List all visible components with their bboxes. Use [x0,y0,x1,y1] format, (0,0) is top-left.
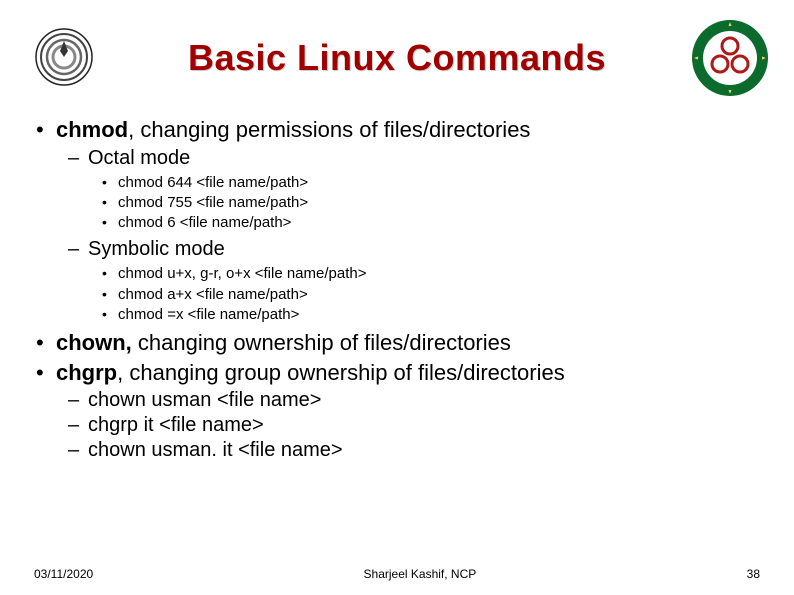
sub-item: chown usman. it <file name> [56,438,766,463]
example-list: chmod 644 <file name/path> chmod 755 <fi… [88,173,766,234]
logo-left [24,18,104,98]
example-item: chmod =x <file name/path> [88,305,766,325]
sub-list: chown usman <file name> chgrp it <file n… [56,388,766,463]
example-item: chmod 644 <file name/path> [88,173,766,193]
slide-body: chmod, changing permissions of files/dir… [0,106,794,463]
sub-item: Octal mode chmod 644 <file name/path> ch… [56,146,766,234]
command-desc: changing permissions of files/directorie… [140,117,530,142]
slide-footer: 03/11/2020 Sharjeel Kashif, NCP 38 [0,567,794,581]
command-desc: changing group ownership of files/direct… [129,360,564,385]
command-desc: changing ownership of files/directories [138,330,511,355]
logo-right [690,18,770,98]
sub-item: Symbolic mode chmod u+x, g-r, o+x <file … [56,237,766,325]
example-item: chmod 6 <file name/path> [88,213,766,233]
bullet-item: chgrp, changing group ownership of files… [28,359,766,464]
footer-date: 03/11/2020 [34,567,93,581]
sub-item: chgrp it <file name> [56,413,766,438]
example-item: chmod 755 <file name/path> [88,193,766,213]
slide-header: Basic Linux Commands [0,0,794,106]
command-name: chown, [56,330,132,355]
sub-item: chown usman <file name> [56,388,766,413]
command-name: chmod [56,117,128,142]
footer-page: 38 [747,567,760,581]
sub-list: Octal mode chmod 644 <file name/path> ch… [56,146,766,326]
bullet-list: chmod, changing permissions of files/dir… [28,116,766,463]
bullet-item: chown, changing ownership of files/direc… [28,329,766,357]
command-name: chgrp [56,360,117,385]
example-item: chmod u+x, g-r, o+x <file name/path> [88,264,766,284]
slide-title: Basic Linux Commands [120,37,674,79]
seal-icon [690,18,770,98]
bullet-item: chmod, changing permissions of files/dir… [28,116,766,325]
footer-author: Sharjeel Kashif, NCP [364,567,477,581]
example-list: chmod u+x, g-r, o+x <file name/path> chm… [88,264,766,325]
spiral-icon [34,27,94,87]
example-item: chmod a+x <file name/path> [88,285,766,305]
